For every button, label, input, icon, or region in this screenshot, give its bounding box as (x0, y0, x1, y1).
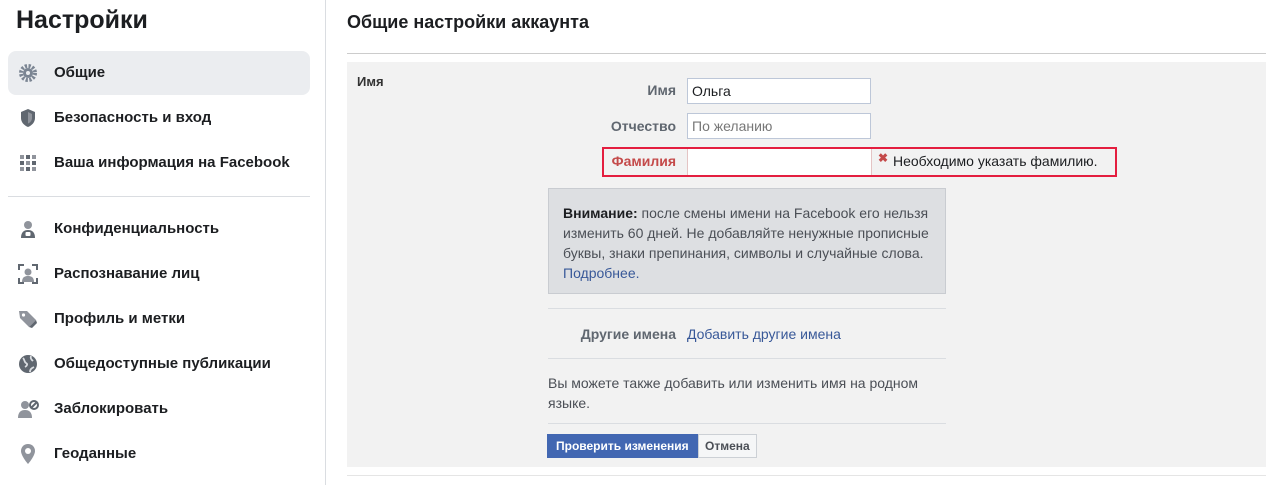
sidebar-item-security[interactable]: Безопасность и вход (8, 96, 310, 140)
title-divider (347, 53, 1266, 54)
section-divider (548, 358, 946, 359)
sidebar-item-label: Профиль и метки (54, 310, 186, 327)
sidebar-item-block[interactable]: Заблокировать (8, 387, 310, 431)
sidebar-item-label: Заблокировать (54, 400, 169, 417)
first-name-label: Имя (647, 82, 676, 98)
block-user-icon (18, 400, 39, 418)
gear-icon (19, 64, 37, 82)
section-divider (548, 423, 946, 424)
other-names-label: Другие имена (580, 326, 676, 342)
settings-sidebar: Настройки Общие Безопасность и вход Ваша… (0, 0, 326, 485)
sidebar-item-general[interactable]: Общие (8, 51, 310, 95)
add-other-names-link[interactable]: Добавить другие имена (687, 326, 841, 342)
sidebar-item-label: Распознавание лиц (54, 265, 200, 282)
lock-icon (21, 221, 35, 238)
sidebar-title: Настройки (16, 6, 148, 34)
globe-icon (19, 355, 37, 373)
middle-name-input[interactable] (687, 113, 871, 139)
sidebar-item-label: Общедоступные публикации (54, 355, 271, 372)
sidebar-divider (8, 196, 310, 197)
last-name-label: Фамилия (611, 153, 676, 169)
review-changes-button[interactable]: Проверить изменения (547, 434, 698, 458)
sidebar-item-location[interactable]: Геоданные (8, 432, 310, 476)
sidebar-item-label: Геоданные (54, 445, 137, 462)
sidebar-item-label: Конфиденциальность (54, 220, 220, 237)
tag-icon (19, 311, 37, 328)
section-divider (548, 308, 946, 309)
shield-icon (21, 109, 35, 127)
notice-bold: Внимание: (563, 205, 638, 221)
section-label: Имя (357, 74, 384, 89)
learn-more-link[interactable]: Подробнее. (563, 265, 640, 281)
sidebar-item-privacy[interactable]: Конфиденциальность (8, 207, 310, 251)
name-settings-panel: Имя Имя Отчество Фамилия ✖ Необходимо ук… (347, 62, 1266, 467)
location-pin-icon (21, 444, 35, 464)
error-icon: ✖ (878, 151, 889, 165)
sidebar-item-face-recognition[interactable]: Распознавание лиц (8, 252, 310, 296)
sidebar-item-your-info[interactable]: Ваша информация на Facebook (8, 141, 310, 185)
middle-name-label: Отчество (610, 118, 676, 134)
sidebar-item-label: Общие (54, 64, 106, 81)
cancel-button[interactable]: Отмена (698, 434, 757, 458)
sidebar-item-label: Безопасность и вход (54, 109, 212, 126)
grid-icon (20, 155, 36, 171)
name-change-notice: Внимание: после смены имени на Facebook … (548, 188, 946, 294)
sidebar-item-label: Ваша информация на Facebook (54, 154, 290, 171)
face-recognition-icon (18, 264, 38, 284)
sidebar-item-profile-tags[interactable]: Профиль и метки (8, 297, 310, 341)
last-name-error-message: Необходимо указать фамилию. (893, 153, 1098, 169)
last-name-input[interactable] (688, 149, 872, 175)
first-name-input[interactable] (687, 78, 871, 104)
bottom-divider (347, 475, 1266, 476)
sidebar-item-public-posts[interactable]: Общедоступные публикации (8, 342, 310, 386)
native-name-text: Вы можете также добавить или изменить им… (548, 375, 919, 411)
page-title: Общие настройки аккаунта (347, 12, 589, 32)
